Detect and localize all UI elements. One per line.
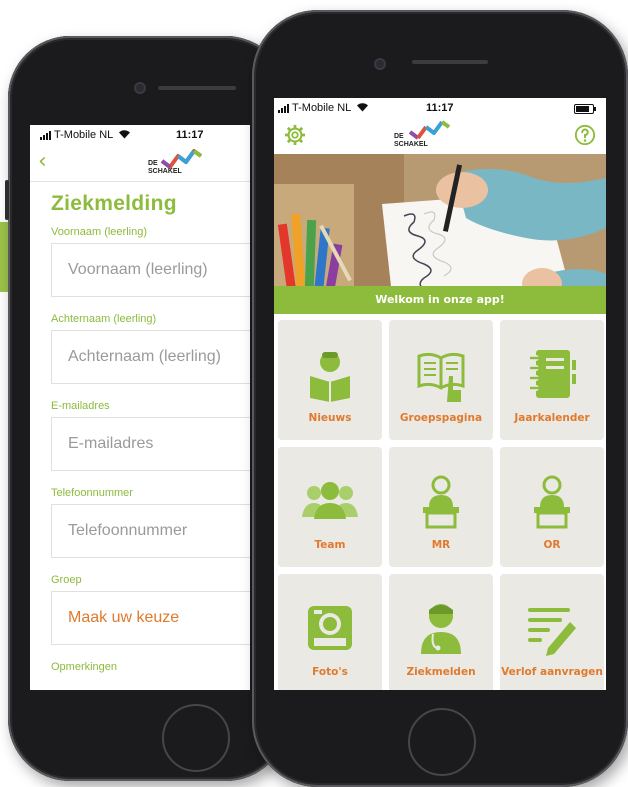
school-logo: DE SCHAKEL: [146, 147, 206, 181]
wifi-icon: [118, 129, 131, 142]
field-label-email: E-mailadres: [51, 400, 110, 412]
pencil-list-icon: [528, 608, 576, 656]
signal-icon: [40, 130, 51, 140]
wifi-icon: [356, 102, 369, 115]
carrier-name: T-Mobile NL: [54, 129, 114, 141]
tile-label: MR: [431, 539, 451, 551]
form-title: Ziekmelding: [51, 192, 177, 215]
voornaam-input[interactable]: Voornaam (leerling): [51, 243, 250, 297]
book-hand-icon: [417, 352, 465, 402]
field-label-telefoon: Telefoonnummer: [51, 487, 133, 499]
battery-icon: [574, 104, 596, 114]
logo-text-de: DE: [148, 160, 158, 167]
lectern-person-icon: [423, 475, 459, 529]
tile-nieuws[interactable]: Nieuws: [278, 320, 382, 440]
earpiece-speaker: [158, 86, 236, 90]
field-label-opmerkingen: Opmerkingen: [51, 661, 118, 673]
menu-grid: Nieuws Groepspagina Jaarkalender Team MR…: [274, 314, 606, 690]
tile-fotos[interactable]: Foto's: [278, 574, 382, 690]
status-time: 11:17: [426, 102, 454, 114]
tile-groepspagina[interactable]: Groepspagina: [389, 320, 493, 440]
email-input[interactable]: E-mailadres: [51, 417, 250, 471]
field-label-voornaam: Voornaam (leerling): [51, 226, 147, 238]
tile-ziekmelden[interactable]: Ziekmelden: [389, 574, 493, 690]
carrier-name: T-Mobile NL: [292, 102, 352, 114]
camera-icon: [308, 606, 352, 650]
field-label-achternaam: Achternaam (leerling): [51, 313, 157, 325]
logo-text-schakel: SCHAKEL: [394, 141, 428, 148]
school-logo: DE SCHAKEL: [394, 118, 454, 152]
tile-mr[interactable]: MR: [389, 447, 493, 567]
achternaam-input[interactable]: Achternaam (leerling): [51, 330, 250, 384]
status-bar: T-Mobile NL 11:17: [274, 98, 606, 118]
tile-label: Foto's: [312, 666, 348, 678]
tile-label: Verlof aanvragen: [501, 666, 603, 678]
tile-label: OR: [543, 539, 561, 551]
signal-icon: [278, 103, 289, 113]
gear-icon[interactable]: [284, 124, 306, 150]
lectern-person-icon: [534, 475, 570, 529]
volume-button: [5, 180, 9, 220]
hero-banner: Welkom in onze app!: [274, 154, 606, 314]
app-header: DE SCHAKEL: [274, 118, 606, 154]
nav-bar: ‹ DE SCHAKEL: [30, 145, 250, 182]
logo-zigzag-icon: [160, 149, 203, 169]
status-bar: T-Mobile NL 11:17: [30, 125, 250, 145]
telefoon-input[interactable]: Telefoonnummer: [51, 504, 250, 558]
help-icon[interactable]: [574, 124, 596, 150]
tile-label: Groepspagina: [399, 412, 483, 424]
earpiece-speaker: [412, 60, 488, 64]
tile-label: Team: [314, 539, 346, 551]
front-camera: [376, 60, 384, 68]
field-label-groep: Groep: [51, 574, 82, 586]
status-time: 11:17: [176, 129, 204, 141]
logo-zigzag-icon: [408, 120, 451, 140]
group-icon: [302, 482, 358, 519]
welcome-banner: Welkom in onze app!: [274, 286, 606, 314]
reading-person-icon: [310, 352, 350, 402]
groep-select[interactable]: Maak uw keuze: [51, 591, 250, 645]
front-camera: [136, 84, 144, 92]
tile-label: Ziekmelden: [406, 666, 476, 678]
tile-or[interactable]: OR: [500, 447, 604, 567]
form-screen: T-Mobile NL 11:17 ‹ DE SCHAKEL Ziekmeldi…: [30, 125, 250, 690]
tile-label: Nieuws: [308, 412, 352, 424]
tile-jaarkalender[interactable]: Jaarkalender: [500, 320, 604, 440]
calendar-notebook-icon: [530, 350, 576, 398]
home-button[interactable]: [408, 708, 476, 776]
home-button[interactable]: [162, 704, 230, 772]
tile-label: Jaarkalender: [514, 412, 590, 424]
home-screen: T-Mobile NL 11:17 DE SCHAKEL Welkom in o…: [274, 98, 606, 690]
doctor-icon: [421, 604, 461, 654]
back-chevron-icon[interactable]: ‹: [38, 149, 47, 174]
tile-team[interactable]: Team: [278, 447, 382, 567]
tile-verlof-aanvragen[interactable]: Verlof aanvragen: [500, 574, 604, 690]
logo-text-schakel: SCHAKEL: [148, 168, 182, 175]
logo-text-de: DE: [394, 133, 404, 140]
